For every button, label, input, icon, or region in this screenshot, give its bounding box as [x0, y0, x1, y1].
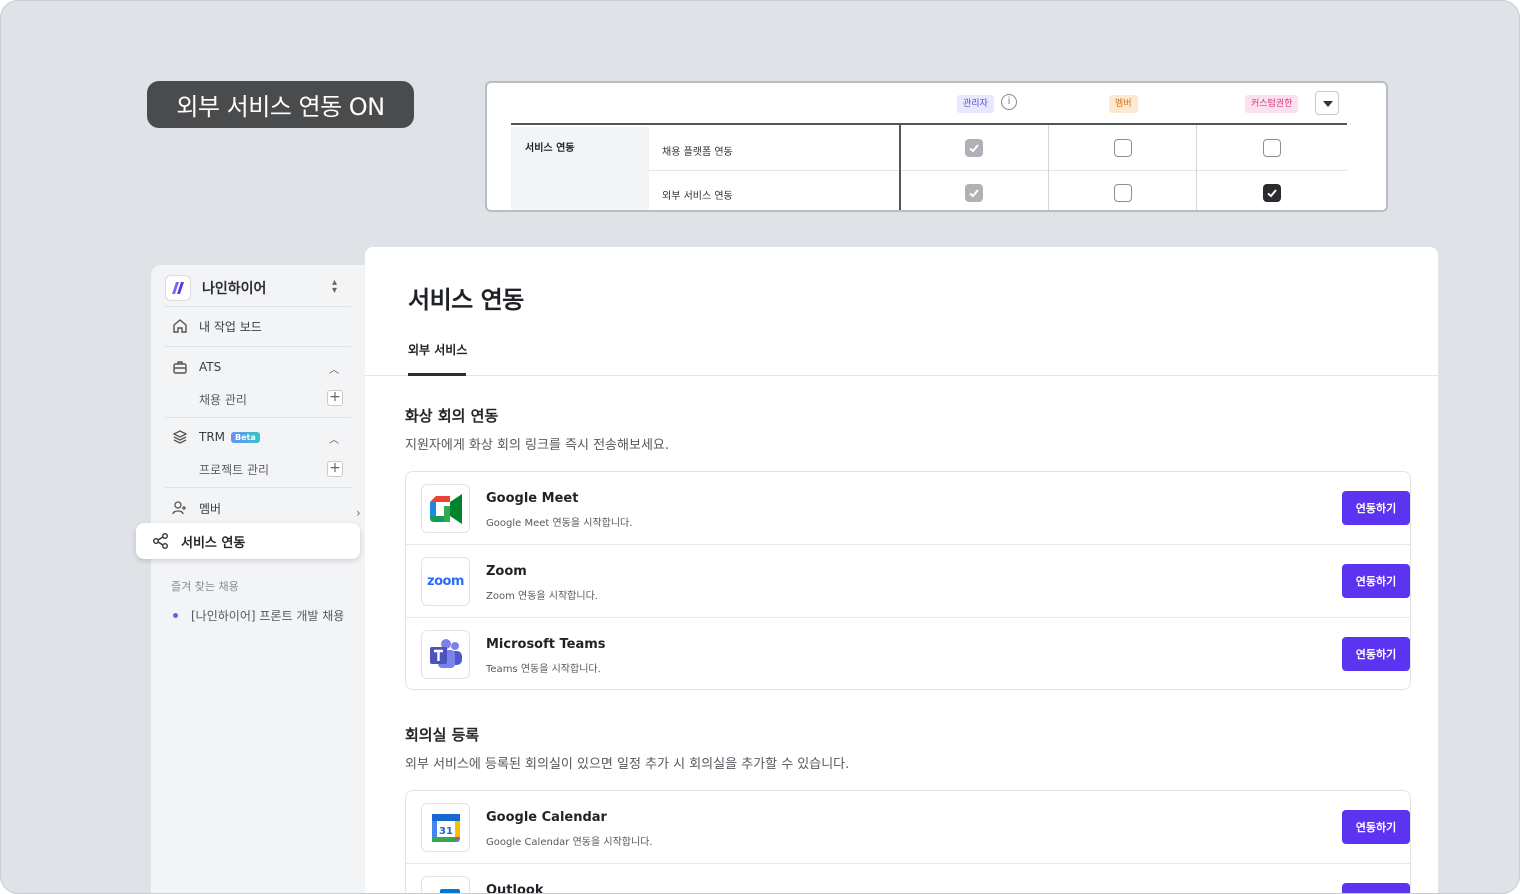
info-icon[interactable]: i: [1001, 94, 1017, 110]
sidebar-item-label: 서비스 연동: [181, 535, 246, 551]
service-description: Zoom 연동을 시작합니다.: [486, 591, 598, 602]
workspace-logo-icon: [165, 275, 191, 301]
sidebar-item-label: 멤버: [199, 501, 222, 516]
sidebar-item-trm[interactable]: TRM Beta: [171, 428, 260, 446]
service-name: Outlook: [486, 883, 544, 894]
section-description: 지원자에게 화상 회의 링크를 즉시 전송해보세요.: [405, 438, 669, 453]
service-description: Google Meet 연동을 시작합니다.: [486, 518, 633, 529]
sidebar: 나인하이어 ▴▾ 내 작업 보드 ATS ︿ 채용 관리 + TRM Beta: [151, 265, 365, 893]
permission-row: 채용 플랫폼 연동: [649, 127, 1347, 171]
role-tag-member: 멤버: [1109, 95, 1138, 113]
connect-google-calendar-button[interactable]: 연동하기: [1342, 810, 1410, 844]
service-row: Google Meet Google Meet 연동을 시작합니다. 연동하기: [406, 472, 1410, 545]
role-tag-admin: 관리자: [957, 95, 994, 113]
table-divider: [1048, 125, 1049, 210]
role-dropdown-button[interactable]: [1315, 91, 1339, 115]
service-row: 31 Google Calendar Google Calendar 연동을 시…: [406, 791, 1410, 864]
service-name: Google Calendar: [486, 810, 607, 825]
connect-outlook-button[interactable]: 연동하기: [1342, 883, 1410, 893]
sidebar-divider: [165, 487, 351, 488]
favorite-item-label: [나인하이어] 프론트 개발 채용: [191, 609, 345, 623]
permission-row-label: 채용 플랫폼 연동: [662, 147, 733, 158]
service-name: Google Meet: [486, 491, 579, 506]
sidebar-item-member[interactable]: 멤버: [171, 499, 221, 517]
workspace-name: 나인하이어: [202, 281, 267, 297]
service-description: Google Calendar 연동을 시작합니다.: [486, 837, 653, 848]
sidebar-item-label: TRM: [199, 430, 226, 444]
page-title: 서비스 연동: [408, 286, 524, 314]
table-divider: [1196, 125, 1197, 210]
checkbox-custom-external[interactable]: [1263, 184, 1281, 202]
add-user-icon: [171, 499, 189, 517]
sidebar-item-ats[interactable]: ATS: [171, 358, 221, 376]
permission-table: 관리자 i 멤버 커스텀권한 서비스 연동 채용 플랫폼 연동 외부 서비스 연…: [485, 81, 1388, 212]
sidebar-item-label: ATS: [199, 360, 222, 374]
service-description: Teams 연동을 시작합니다.: [486, 664, 601, 675]
permission-category: 서비스 연동: [511, 127, 649, 210]
chevron-up-icon[interactable]: ︿: [329, 431, 339, 446]
add-project-button[interactable]: +: [327, 461, 343, 477]
table-divider: [899, 125, 901, 210]
outlook-logo-icon: [421, 876, 470, 893]
sort-arrows-icon: ▴ ▾: [331, 277, 337, 296]
sidebar-subitem-recruit[interactable]: 채용 관리: [199, 391, 247, 408]
service-row: Microsoft Teams Teams 연동을 시작합니다. 연동하기: [406, 618, 1410, 689]
checkbox-member-platform[interactable]: [1114, 139, 1132, 157]
checkbox-admin-external: [965, 184, 983, 202]
main-content: 서비스 연동 외부 서비스 화상 회의 연동 지원자에게 화상 회의 링크를 즉…: [365, 247, 1438, 894]
permission-header: 관리자 i 멤버 커스텀권한: [511, 83, 1347, 125]
tab-bar-divider: [365, 375, 1438, 376]
tab-external-service[interactable]: 외부 서비스: [408, 341, 467, 358]
section-title: 회의실 등록: [405, 726, 480, 744]
service-row: Outlook 연동하기: [406, 864, 1410, 894]
role-tag-custom: 커스텀권한: [1245, 95, 1299, 113]
checkbox-custom-platform[interactable]: [1263, 139, 1281, 157]
sidebar-item-label: 내 작업 보드: [199, 319, 262, 334]
screenshot-frame: 외부 서비스 연동 ON 관리자 i 멤버 커스텀권한 서비스 연동 채용 플랫…: [0, 0, 1520, 894]
calendar-day-text: 31: [439, 826, 453, 837]
permission-row: 외부 서비스 연동: [649, 171, 1347, 210]
microsoft-teams-logo-icon: [421, 630, 470, 679]
zoom-logo-icon: zoom: [421, 557, 470, 606]
chevron-right-icon[interactable]: ›: [356, 506, 361, 520]
checkbox-admin-platform: [965, 139, 983, 157]
share-icon: [152, 532, 170, 550]
video-services-card: Google Meet Google Meet 연동을 시작합니다. 연동하기 …: [405, 471, 1411, 690]
sidebar-divider: [165, 417, 351, 418]
sidebar-divider: [165, 346, 351, 347]
service-name: Zoom: [486, 564, 527, 579]
bullet-dot-icon: [173, 613, 178, 618]
room-services-card: 31 Google Calendar Google Calendar 연동을 시…: [405, 790, 1411, 894]
section-description: 외부 서비스에 등록된 회의실이 있으면 일정 추가 시 회의실을 추가할 수 …: [405, 757, 850, 772]
sidebar-divider: [165, 306, 351, 307]
briefcase-icon: [171, 358, 189, 376]
permission-row-label: 외부 서비스 연동: [662, 191, 733, 202]
sidebar-item-my-board[interactable]: 내 작업 보드: [171, 317, 262, 335]
service-row: zoom Zoom Zoom 연동을 시작합니다. 연동하기: [406, 545, 1410, 618]
connect-teams-button[interactable]: 연동하기: [1342, 637, 1410, 671]
section-title: 화상 회의 연동: [405, 407, 499, 425]
active-tab-indicator: [408, 373, 466, 376]
add-recruit-button[interactable]: +: [327, 390, 343, 406]
sidebar-subitem-project[interactable]: 프로젝트 관리: [199, 461, 269, 478]
checkbox-member-external[interactable]: [1114, 184, 1132, 202]
workspace-switcher[interactable]: 나인하이어 ▴ ▾: [165, 271, 349, 305]
favorites-title: 즐겨 찾는 채용: [171, 580, 239, 593]
layers-icon: [171, 428, 189, 446]
headline-badge: 외부 서비스 연동 ON: [147, 81, 414, 128]
beta-badge: Beta: [231, 431, 260, 443]
google-calendar-logo-icon: 31: [421, 803, 470, 852]
chevron-up-icon[interactable]: ︿: [329, 361, 339, 376]
service-name: Microsoft Teams: [486, 637, 606, 652]
favorite-item[interactable]: [나인하이어] 프론트 개발 채용: [173, 607, 344, 624]
zoom-logo-text: zoom: [427, 574, 464, 589]
google-meet-logo-icon: [421, 484, 470, 533]
connect-google-meet-button[interactable]: 연동하기: [1342, 491, 1410, 525]
sidebar-item-service[interactable]: 서비스 연동: [136, 523, 360, 559]
connect-zoom-button[interactable]: 연동하기: [1342, 564, 1410, 598]
home-icon: [171, 317, 189, 335]
